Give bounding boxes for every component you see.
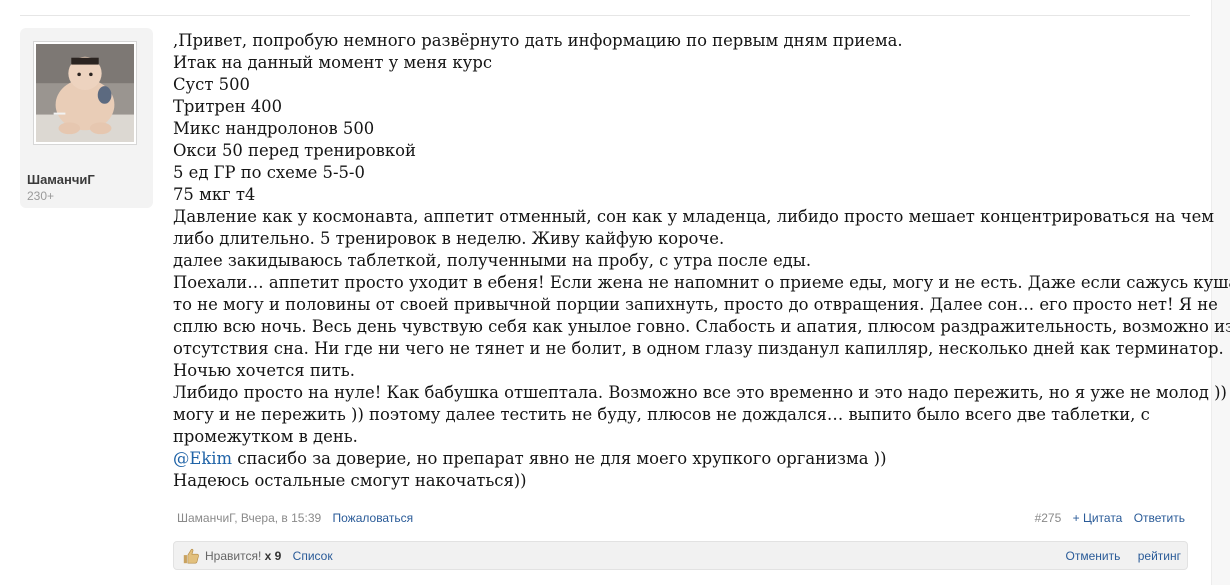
- message-line: Тритрен 400: [173, 97, 283, 116]
- report-link[interactable]: Пожаловаться: [333, 511, 414, 525]
- message-line: сплю всю ночь. Весь день чувствую себя к…: [173, 317, 1230, 336]
- message-line: ,Привет, попробую немного развёрнуто дат…: [173, 31, 903, 50]
- username[interactable]: ШаманчиГ: [27, 172, 95, 187]
- post-number[interactable]: #275: [1035, 511, 1062, 525]
- avatar-image: [36, 44, 134, 142]
- quote-button[interactable]: + Цитата: [1073, 511, 1123, 525]
- thumbs-up-icon: [183, 548, 199, 564]
- likes-bar: Нравится! x 9 Список Отменить рейтинг: [173, 541, 1188, 570]
- message-line: Либидо просто на нуле! Как бабушка отшеп…: [173, 383, 1227, 402]
- message-line: Надеюсь остальные смогут накочаться)): [173, 471, 527, 490]
- message-line: могу и не пережить )) поэтому далее тест…: [173, 405, 1150, 424]
- post-author-time[interactable]: ШаманчиГ, Вчера, в 15:39: [177, 511, 321, 525]
- user-stat: 230+: [27, 189, 55, 203]
- message-line-mention: @Ekim спасибо за доверие, но препарат яв…: [173, 448, 1193, 470]
- message-line: либо длительно. 5 тренировок в неделю. Ж…: [173, 229, 725, 248]
- message-line: Итак на данный момент у меня курс: [173, 53, 492, 72]
- rating-link[interactable]: рейтинг: [1138, 549, 1181, 563]
- message-line: промежутком в день.: [173, 427, 358, 446]
- mention-link[interactable]: @Ekim: [173, 449, 232, 468]
- message-line: далее закидываюсь таблеткой, полученными…: [173, 251, 812, 270]
- message-line: Ночью хочется пить.: [173, 361, 355, 380]
- message-line: Окси 50 перед тренировкой: [173, 141, 416, 160]
- likes-label: Нравится!: [205, 549, 262, 563]
- likes-count: x 9: [264, 549, 282, 563]
- reply-button[interactable]: Ответить: [1134, 511, 1185, 525]
- message-line: 75 мкг т4: [173, 185, 256, 204]
- likes-list-link[interactable]: Список: [293, 549, 333, 563]
- unlike-button[interactable]: Отменить: [1066, 549, 1121, 563]
- message-line: отсутствия сна. Ни где ни чего не тянет …: [173, 339, 1224, 358]
- message-line: Микс нандролонов 500: [173, 119, 375, 138]
- message-line: Суст 500: [173, 75, 250, 94]
- message-line: то не могу и половины от своей привычной…: [173, 295, 1218, 314]
- separator: [20, 15, 1190, 16]
- user-info-panel: ШаманчиГ 230+: [20, 28, 153, 208]
- message-line: 5 ед ГР по схеме 5-5-0: [173, 163, 365, 182]
- message-line: Давление как у космонавта, аппетит отмен…: [173, 207, 1215, 226]
- scrollbar[interactable]: [1211, 0, 1230, 585]
- avatar[interactable]: [33, 41, 137, 145]
- mention-text: спасибо за доверие, но препарат явно не …: [232, 449, 887, 468]
- post-meta-bar: ШаманчиГ, Вчера, в 15:39 Пожаловаться #2…: [173, 508, 1185, 528]
- post-message: ,Привет, попробую немного развёрнуто дат…: [173, 30, 1230, 492]
- message-line: Поехали… аппетит просто уходит в ебеня! …: [173, 273, 1230, 292]
